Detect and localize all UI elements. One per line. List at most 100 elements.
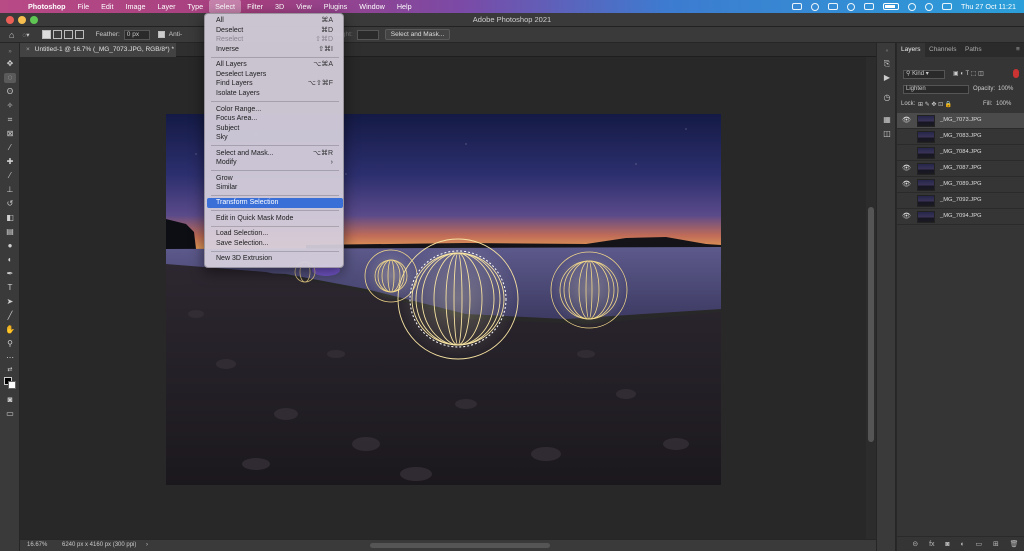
- menu-item-transform-selection[interactable]: Transform Selection: [207, 198, 343, 208]
- group-icon[interactable]: ▭: [976, 540, 983, 548]
- zoom-level[interactable]: 16.67%: [27, 542, 47, 548]
- menu-item-grow[interactable]: Grow: [207, 174, 343, 184]
- mask-icon[interactable]: ◙: [945, 541, 949, 548]
- adjustment-icon[interactable]: ◐: [960, 541, 964, 548]
- menu-file[interactable]: File: [72, 0, 96, 13]
- menu-item-inverse[interactable]: Inverse ⇧⌘I: [207, 45, 343, 55]
- menu-photoshop[interactable]: Photoshop: [22, 0, 72, 13]
- document-tab[interactable]: × Untitled-1 @ 16.7% (_MG_7073.JPG, RGB/8…: [20, 43, 176, 57]
- tab-channels[interactable]: Channels: [925, 43, 960, 57]
- trash-icon[interactable]: 🗑: [1010, 540, 1019, 548]
- pen-tool-icon[interactable]: ✒: [4, 269, 16, 279]
- status-menu-arrow[interactable]: ›: [146, 542, 148, 548]
- home-icon[interactable]: ⌂: [9, 30, 14, 40]
- menu-item-color-range[interactable]: Color Range...: [207, 105, 343, 115]
- marquee-tool-icon[interactable]: ◌: [4, 73, 16, 83]
- quick-mask-icon[interactable]: ◙: [4, 395, 16, 405]
- layer-row[interactable]: _MG_7083.JPG: [897, 129, 1024, 145]
- type-tool-icon[interactable]: T: [4, 283, 16, 293]
- fill-value[interactable]: 100%: [996, 101, 1011, 107]
- menu-item-find-layers[interactable]: Find Layers ⌥⇧⌘F: [207, 79, 343, 89]
- new-layer-icon[interactable]: ⊞: [993, 540, 999, 548]
- blur-tool-icon[interactable]: ●: [4, 241, 16, 251]
- screen-mode-icon[interactable]: ▭: [4, 409, 16, 419]
- menu-item-save-selection[interactable]: Save Selection...: [207, 239, 343, 249]
- menu-item-isolate-layers[interactable]: Isolate Layers: [207, 89, 343, 99]
- menu-item-subject[interactable]: Subject: [207, 124, 343, 134]
- cloud-icon[interactable]: [827, 3, 838, 10]
- gradient-tool-icon[interactable]: ▤: [4, 227, 16, 237]
- menu-filter[interactable]: Filter: [241, 0, 269, 13]
- filter-toggle-icon[interactable]: [1013, 69, 1019, 78]
- tab-layers[interactable]: Layers: [897, 43, 925, 57]
- opacity-value[interactable]: 100%: [998, 86, 1013, 92]
- menu-item-sky[interactable]: Sky: [207, 133, 343, 143]
- color-swatches-icon[interactable]: [4, 377, 16, 391]
- menu-image[interactable]: Image: [120, 0, 152, 13]
- wifi-icon[interactable]: [907, 2, 916, 11]
- clone-stamp-tool-icon[interactable]: ⊥: [4, 185, 16, 195]
- menu-item-select-and-mask[interactable]: Select and Mask... ⌥⌘R: [207, 149, 343, 159]
- menu-item-all[interactable]: All ⌘A: [207, 16, 343, 26]
- move-tool-icon[interactable]: ✥: [4, 59, 16, 69]
- feather-input[interactable]: 0 px: [123, 29, 150, 40]
- link-icon[interactable]: ⊝: [912, 540, 918, 548]
- menu-item-new-3d-extrusion[interactable]: New 3D Extrusion: [207, 254, 343, 264]
- layer-filter-select[interactable]: ⚲ Kind ▾: [903, 70, 945, 79]
- vertical-scroll-thumb[interactable]: [868, 207, 874, 442]
- eye-hidden-icon[interactable]: [902, 132, 910, 141]
- toolbar-collapse-icon[interactable]: »: [4, 47, 16, 57]
- menu-item-deselect-layers[interactable]: Deselect Layers: [207, 70, 343, 80]
- control-center-icon[interactable]: [941, 3, 952, 10]
- new-selection-icon[interactable]: [41, 30, 51, 39]
- menu-3d[interactable]: 3D: [269, 0, 290, 13]
- crop-tool-icon[interactable]: ⌗: [4, 115, 16, 125]
- history-brush-tool-icon[interactable]: ↺: [4, 199, 16, 209]
- subtract-selection-icon[interactable]: [63, 30, 73, 39]
- fx-icon[interactable]: fx: [929, 541, 934, 548]
- frame-tool-icon[interactable]: ⊠: [4, 129, 16, 139]
- path-selection-tool-icon[interactable]: ➤: [4, 297, 16, 307]
- menu-window[interactable]: Window: [353, 0, 391, 13]
- brush-tool-icon[interactable]: ⁄: [4, 171, 16, 181]
- history-icon[interactable]: ◷: [882, 93, 892, 102]
- select-and-mask-button[interactable]: Select and Mask...: [384, 29, 451, 40]
- antialias-checkbox[interactable]: [157, 31, 165, 38]
- line-tool-icon[interactable]: ╱: [4, 311, 16, 321]
- menu-edit[interactable]: Edit: [95, 0, 119, 13]
- canvas-area[interactable]: [20, 57, 866, 539]
- play-action-icon[interactable]: ▶: [882, 73, 892, 82]
- battery-icon[interactable]: [882, 3, 899, 10]
- collapse-panels-icon[interactable]: «: [882, 47, 892, 56]
- close-tab-icon[interactable]: ×: [26, 46, 30, 53]
- lasso-tool-icon[interactable]: ʘ: [4, 87, 16, 97]
- menu-type[interactable]: Type: [181, 0, 209, 13]
- menu-item-deselect[interactable]: Deselect ⌘D: [207, 26, 343, 36]
- menu-layer[interactable]: Layer: [152, 0, 182, 13]
- intersect-selection-icon[interactable]: [74, 30, 84, 39]
- eraser-tool-icon[interactable]: ◧: [4, 213, 16, 223]
- menu-item-all-layers[interactable]: All Layers ⌥⌘A: [207, 60, 343, 70]
- menu-item-similar[interactable]: Similar: [207, 183, 343, 193]
- dodge-tool-icon[interactable]: ◐: [4, 255, 16, 265]
- search-icon[interactable]: [924, 2, 933, 11]
- height-input[interactable]: [356, 29, 379, 40]
- layer-row[interactable]: 👁 _MG_7089.JPG: [897, 177, 1024, 193]
- vertical-scrollbar[interactable]: [866, 57, 876, 539]
- menu-item-modify[interactable]: Modify ›: [207, 158, 343, 168]
- layer-row[interactable]: 👁 _MG_7073.JPG: [897, 113, 1024, 129]
- lock-icons[interactable]: ⊞ ✎ ✥ ⊡ 🔒: [918, 101, 952, 108]
- zoom-tool-icon[interactable]: ⚲: [4, 339, 16, 349]
- eye-hidden-icon[interactable]: [902, 148, 910, 157]
- adjustments-icon[interactable]: ▦: [882, 115, 892, 124]
- eye-icon[interactable]: 👁: [902, 212, 911, 221]
- eye-icon[interactable]: 👁: [902, 180, 911, 189]
- layer-row[interactable]: 👁 _MG_7087.JPG: [897, 161, 1024, 177]
- creative-cloud-icon[interactable]: [846, 2, 855, 11]
- eye-icon[interactable]: 👁: [902, 164, 911, 173]
- horizontal-scroll-thumb[interactable]: [370, 543, 550, 548]
- menu-item-load-selection[interactable]: Load Selection...: [207, 229, 343, 239]
- eyedropper-tool-icon[interactable]: ⁄: [4, 143, 16, 153]
- menu-view[interactable]: View: [290, 0, 317, 13]
- status-icon[interactable]: [810, 2, 819, 11]
